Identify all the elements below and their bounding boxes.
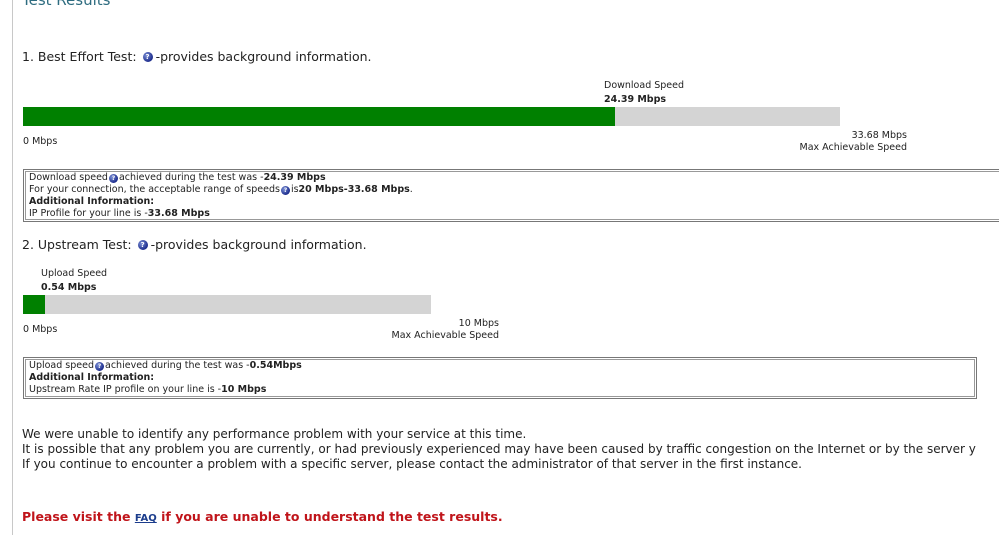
download-info-box: Download speed? achieved during the test … [23, 169, 999, 222]
range-info-value: 20 Mbps-33.68 Mbps [298, 184, 410, 195]
upload-speed-value: 0.54 Mbps [41, 282, 97, 293]
range-info-text: is [290, 184, 299, 195]
best-effort-heading-label: 1. Best Effort Test: [22, 49, 137, 64]
range-info-label: For your connection, the acceptable rang… [29, 184, 280, 195]
range-info-end: . [409, 184, 413, 195]
faq-suffix: if you are unable to understand the test… [156, 509, 503, 524]
upstream-ip-profile-label: Upstream Rate IP profile on your line is… [29, 384, 222, 395]
ip-profile-value: 33.68 Mbps [147, 208, 210, 219]
test-results-page: Test Results 1. Best Effort Test: ? -pro… [0, 0, 999, 535]
download-speed-value: 24.39 Mbps [604, 94, 667, 105]
upload-speed-bar-fill [23, 295, 46, 314]
upstream-heading: 2. Upstream Test: ? -provides background… [22, 237, 367, 252]
download-info-text: achieved during the test was - [118, 172, 264, 183]
download-max-value: 33.68 Mbps [851, 130, 907, 141]
download-speed-bar-fill [23, 107, 615, 126]
upstream-additional-info-heading: Additional Information: [29, 372, 155, 383]
download-min-label: 0 Mbps [23, 136, 58, 147]
question-circle-icon[interactable]: ? [280, 185, 290, 195]
upload-max-label: Max Achievable Speed [391, 330, 499, 341]
download-speed-label: Download Speed [604, 80, 685, 91]
page-title: Test Results [22, 0, 111, 9]
contact-admin-message: If you continue to encounter a problem w… [22, 457, 802, 471]
faq-link[interactable]: FAQ [135, 513, 157, 524]
upload-speed-bar [23, 295, 431, 314]
upload-info-text: achieved during the test was - [105, 360, 250, 371]
upstream-heading-note: -provides background information. [150, 237, 367, 252]
best-effort-heading: 1. Best Effort Test: ? -provides backgro… [22, 49, 372, 64]
upstream-heading-label: 2. Upstream Test: [22, 237, 132, 252]
congestion-message: It is possible that any problem you are … [22, 442, 976, 456]
upload-speed-label: Upload Speed [41, 268, 108, 279]
download-speed-bar [23, 107, 840, 126]
upload-min-label: 0 Mbps [23, 324, 58, 335]
ip-profile-label: IP Profile for your line is - [29, 208, 148, 219]
upload-max-value: 10 Mbps [458, 318, 499, 329]
faq-message: Please visit the FAQ if you are unable t… [22, 509, 503, 524]
left-border [12, 0, 13, 535]
question-circle-icon[interactable]: ? [108, 173, 118, 183]
upstream-ip-profile-value: 10 Mbps [221, 384, 267, 395]
faq-prefix: Please visit the [22, 509, 135, 524]
upload-info-value: 0.54Mbps [249, 360, 302, 371]
download-info-value: 24.39 Mbps [263, 172, 326, 183]
no-problem-message: We were unable to identify any performan… [22, 427, 527, 441]
download-max-label: Max Achievable Speed [799, 142, 907, 153]
best-effort-heading-note: -provides background information. [155, 49, 372, 64]
additional-info-heading: Additional Information: [29, 196, 155, 207]
download-info-label: Download speed [29, 172, 108, 183]
question-circle-icon[interactable]: ? [142, 51, 153, 62]
question-circle-icon[interactable]: ? [137, 239, 148, 250]
question-circle-icon[interactable]: ? [95, 361, 105, 371]
upload-info-label: Upload speed [29, 360, 95, 371]
upload-info-box: Upload speed? achieved during the test w… [23, 357, 977, 399]
